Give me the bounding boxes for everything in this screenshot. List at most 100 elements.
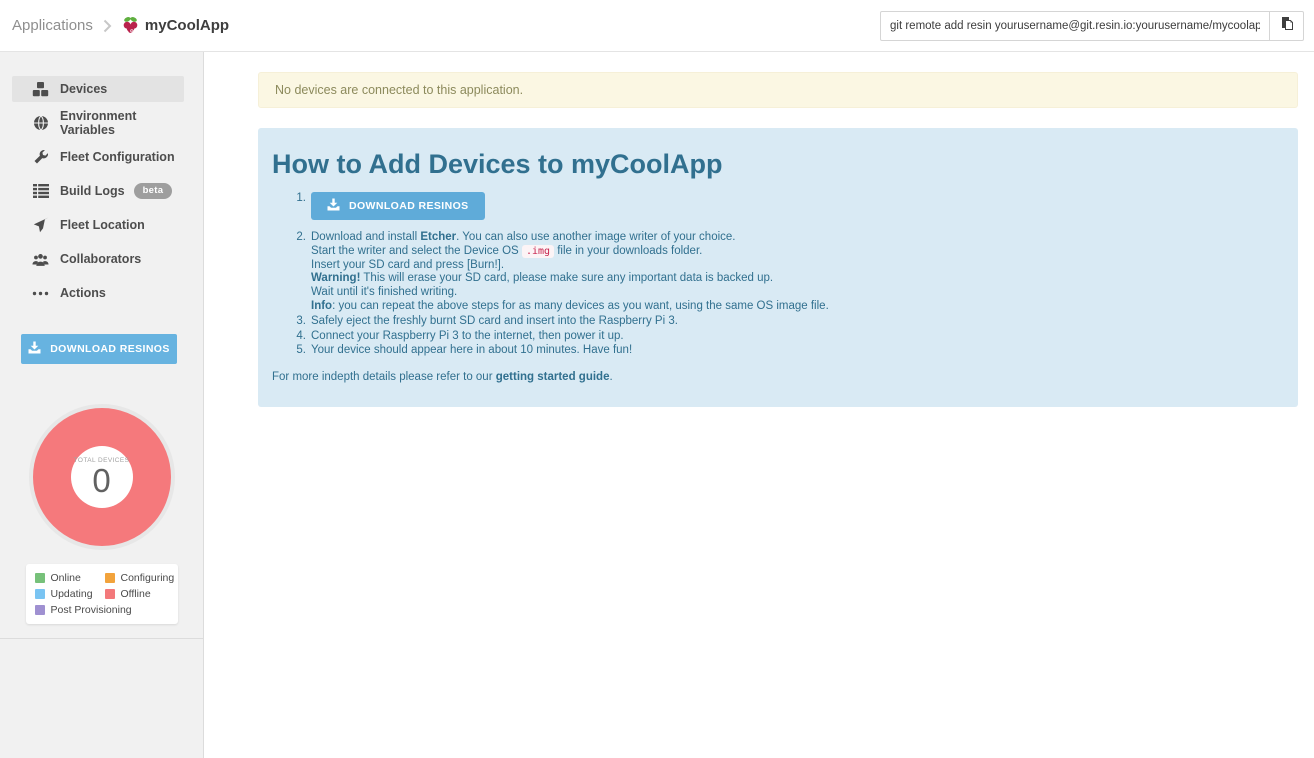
step-content: DOWNLOAD RESINOS	[311, 192, 485, 220]
sidebar-item-label: Fleet Location	[60, 218, 145, 232]
step-line: Warning! This will erase your SD card, p…	[311, 272, 829, 286]
legend-swatch	[35, 605, 45, 615]
inline-text: For more indepth details please refer to…	[272, 371, 496, 383]
copy-icon	[1279, 16, 1295, 35]
inline-text: : you can repeat the above steps for as …	[332, 300, 829, 312]
sidebar-item-fleet-configuration[interactable]: Fleet Configuration	[12, 144, 184, 170]
step-content: Download and install Etcher. You can als…	[311, 231, 829, 314]
step-line: Info: you can repeat the above steps for…	[311, 300, 829, 314]
inline-text: Wait until it's finished writing.	[311, 286, 457, 298]
legend-swatch	[105, 573, 115, 583]
guide-footer: For more indepth details please refer to…	[272, 371, 1282, 383]
inline-text: Download and install	[311, 231, 420, 243]
copy-git-remote-button[interactable]	[1270, 11, 1304, 41]
globe-icon	[32, 115, 49, 132]
legend-item-offline: Offline	[105, 588, 175, 600]
sidebar-item-actions[interactable]: Actions	[12, 280, 184, 306]
legend-label: Post Provisioning	[51, 604, 132, 616]
inline-text: . You can also use another image writer …	[456, 231, 735, 243]
inline-text: file in your downloads folder.	[554, 245, 702, 257]
devices-donut-center: TOTAL DEVICES 0	[71, 446, 133, 508]
sidebar-nav: Devices Environment Variables Fleet Config…	[0, 76, 203, 306]
devices-donut: TOTAL DEVICES 0	[29, 404, 175, 550]
legend-swatch	[35, 573, 45, 583]
inline-text: Connect your Raspberry Pi 3 to the inter…	[311, 330, 624, 342]
sidebar-item-label: Collaborators	[60, 252, 141, 266]
top-bar: Applications myCoolApp	[0, 0, 1314, 52]
sidebar-item-label: Build Logs	[60, 184, 125, 198]
legend-item-updating: Updating	[35, 588, 105, 600]
legend-label: Online	[51, 572, 81, 584]
step-line: Safely eject the freshly burnt SD card a…	[311, 315, 678, 329]
sidebar-item-environment-variables[interactable]: Environment Variables	[12, 110, 184, 136]
step-number: 5.	[272, 344, 311, 358]
breadcrumb-applications-link[interactable]: Applications	[12, 17, 93, 34]
no-devices-alert: No devices are connected to this applica…	[258, 72, 1298, 108]
guide-step: 5.Your device should appear here in abou…	[272, 344, 1282, 358]
breadcrumb-current-app: myCoolApp	[122, 16, 229, 35]
sidebar-item-devices[interactable]: Devices	[12, 76, 184, 102]
download-resinos-label: DOWNLOAD RESINOS	[349, 200, 469, 212]
guide-steps: 1. DOWNLOAD RESINOS 2.Download and install…	[272, 192, 1282, 358]
device-summary-chart: TOTAL DEVICES 0 Online Configuring Updatin…	[0, 404, 203, 624]
step-number: 1.	[272, 192, 311, 220]
legend-item-post-provisioning: Post Provisioning	[35, 604, 105, 616]
sidebar-item-label: Actions	[60, 286, 106, 300]
legend-label: Updating	[51, 588, 93, 600]
devices-icon	[32, 81, 49, 98]
logs-icon	[32, 183, 49, 200]
legend-swatch	[35, 589, 45, 599]
raspberry-pi-icon	[122, 16, 139, 35]
step-number: 3.	[272, 315, 311, 329]
inline-text: Your device should appear here in about …	[311, 344, 632, 356]
inline-bold: Info	[311, 300, 332, 312]
inline-text: Start the writer and select the Device O…	[311, 245, 522, 257]
legend-item-configuring: Configuring	[105, 572, 175, 584]
chevron-right-icon	[103, 19, 112, 33]
guide-step: 2.Download and install Etcher. You can a…	[272, 231, 1282, 314]
step-line: Wait until it's finished writing.	[311, 286, 829, 300]
sidebar-item-collaborators[interactable]: Collaborators	[12, 246, 184, 272]
legend-label: Configuring	[121, 572, 175, 584]
app-name: myCoolApp	[145, 17, 229, 34]
inline-text: Safely eject the freshly burnt SD card a…	[311, 315, 678, 327]
ellipsis-icon	[32, 285, 49, 302]
total-devices-value: 0	[92, 465, 110, 497]
device-status-legend: Online Configuring Updating Offline Post Pro…	[26, 564, 178, 624]
legend-item-online: Online	[35, 572, 105, 584]
sidebar-divider	[0, 638, 203, 639]
step-line: Your device should appear here in about …	[311, 344, 632, 358]
legend-label: Offline	[121, 588, 151, 600]
guide-title: How to Add Devices to myCoolApp	[272, 149, 1282, 180]
inline-text: Insert your SD card and press [Burn!].	[311, 259, 504, 271]
step-content: Safely eject the freshly burnt SD card a…	[311, 315, 678, 329]
inline-link[interactable]: getting started guide	[496, 371, 610, 383]
sidebar-item-build-logs[interactable]: Build Logs beta	[12, 178, 184, 204]
wrench-icon	[32, 149, 49, 166]
sidebar-item-fleet-location[interactable]: Fleet Location	[12, 212, 184, 238]
guide-step: 3.Safely eject the freshly burnt SD card…	[272, 315, 1282, 329]
git-remote-input[interactable]	[880, 11, 1270, 41]
step-content: Your device should appear here in about …	[311, 344, 632, 358]
inline-text: .	[609, 371, 612, 383]
download-icon	[28, 341, 41, 357]
guide-step: 4.Connect your Raspberry Pi 3 to the int…	[272, 330, 1282, 344]
step-line: Connect your Raspberry Pi 3 to the inter…	[311, 330, 624, 344]
people-icon	[32, 251, 49, 268]
sidebar-item-label: Environment Variables	[60, 109, 178, 137]
download-icon	[327, 198, 340, 214]
location-icon	[32, 217, 49, 234]
inline-bold: Warning!	[311, 272, 360, 284]
download-resinos-guide-button[interactable]: DOWNLOAD RESINOS	[311, 192, 485, 220]
download-resinos-label: DOWNLOAD RESINOS	[50, 343, 170, 355]
guide-step: 1. DOWNLOAD RESINOS	[272, 192, 1282, 220]
main-content: No devices are connected to this applica…	[204, 52, 1314, 758]
breadcrumb: Applications myCoolApp	[12, 16, 229, 35]
beta-badge: beta	[134, 183, 173, 199]
download-resinos-sidebar-button[interactable]: DOWNLOAD RESINOS	[21, 334, 177, 364]
inline-link[interactable]: Etcher	[420, 231, 456, 243]
sidebar: Devices Environment Variables Fleet Config…	[0, 52, 204, 758]
step-line: Start the writer and select the Device O…	[311, 245, 829, 259]
inline-code: .img	[522, 245, 554, 258]
legend-swatch	[105, 589, 115, 599]
